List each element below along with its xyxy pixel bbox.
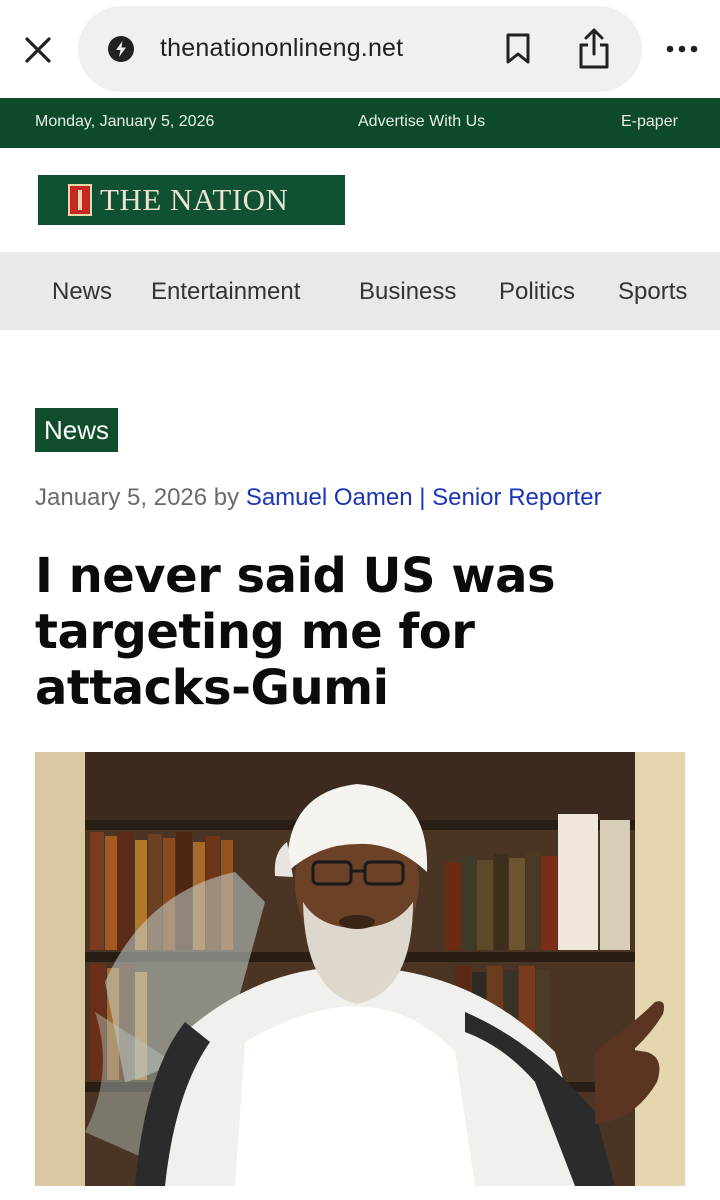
- browser-toolbar: thenationonlineng.net: [0, 0, 720, 98]
- close-icon[interactable]: [18, 30, 58, 70]
- category-badge[interactable]: News: [35, 408, 119, 452]
- nav-item-politics[interactable]: Politics: [499, 278, 575, 306]
- author-link[interactable]: Samuel Oamen | Senior Reporter: [246, 484, 602, 511]
- byline-prefix: by: [213, 484, 240, 511]
- epaper-link[interactable]: E-paper: [621, 113, 678, 131]
- header-logo-area: THE NATION: [0, 148, 720, 252]
- main-nav: News Entertainment Business Politics Spo…: [0, 252, 720, 330]
- share-icon[interactable]: [574, 26, 614, 72]
- nav-item-business[interactable]: Business: [359, 278, 456, 306]
- article-date: January 5, 2026: [35, 484, 208, 511]
- nav-item-entertainment[interactable]: Entertainment: [151, 278, 300, 306]
- address-bar[interactable]: thenationonlineng.net: [78, 6, 642, 92]
- lightning-site-icon[interactable]: [108, 36, 134, 62]
- site-logo[interactable]: THE NATION: [38, 175, 345, 225]
- current-date: Monday, January 5, 2026: [35, 113, 215, 130]
- article-meta: January 5, 2026 by Samuel Oamen | Senior…: [35, 484, 602, 512]
- bookmark-icon[interactable]: [500, 30, 536, 68]
- more-dots-icon[interactable]: [660, 32, 704, 66]
- nav-item-sports[interactable]: Sports: [618, 278, 687, 306]
- article-headline: I never said US was targeting me for att…: [35, 548, 556, 716]
- advertise-link[interactable]: Advertise With Us: [358, 113, 485, 131]
- url-text[interactable]: thenationonlineng.net: [160, 34, 403, 63]
- logo-emblem-icon: [68, 184, 92, 216]
- article-photo: [35, 752, 685, 1186]
- nav-item-news[interactable]: News: [52, 278, 112, 306]
- logo-text: THE NATION: [100, 182, 289, 217]
- site-top-bar: Monday, January 5, 2026 Advertise With U…: [0, 98, 720, 148]
